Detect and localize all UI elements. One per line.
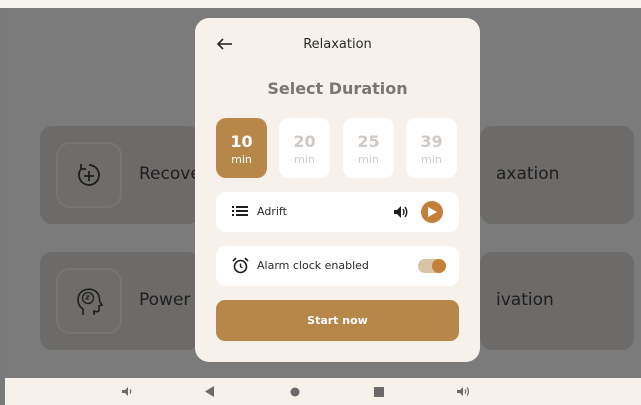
recovery-label: Recove — [139, 164, 201, 184]
bottom-nav-bar — [5, 378, 641, 405]
modal-title: Relaxation — [303, 37, 372, 52]
section-title: Select Duration — [267, 79, 408, 98]
alarm-label: Alarm clock enabled — [257, 259, 369, 272]
duration-option-10[interactable]: 10 min — [216, 118, 267, 178]
duration-value: 10 — [230, 132, 253, 151]
recents-icon[interactable] — [374, 387, 384, 397]
power-label: Power — [139, 290, 191, 310]
duration-option-20[interactable]: 20 min — [279, 118, 330, 178]
head-sleep-icon — [77, 288, 104, 315]
sound-row[interactable]: Adrift — [216, 192, 459, 232]
alarm-toggle[interactable] — [418, 259, 446, 273]
duration-options: 10 min 20 min 25 min 39 min — [216, 118, 459, 178]
duration-unit: min — [421, 153, 442, 166]
timer-plus-icon — [78, 164, 100, 186]
duration-value: 20 — [293, 132, 316, 151]
duration-unit: min — [358, 153, 379, 166]
duration-modal: Relaxation Select Duration 10 min 20 min… — [195, 18, 480, 362]
back-icon[interactable] — [205, 386, 215, 397]
activation-card[interactable]: ivation — [480, 252, 634, 350]
power-card[interactable]: Power — [40, 252, 200, 350]
duration-unit: min — [231, 153, 252, 166]
home-icon[interactable] — [290, 387, 300, 397]
list-icon — [232, 206, 248, 216]
alarm-row: Alarm clock enabled — [216, 246, 459, 286]
sound-name: Adrift — [257, 205, 287, 218]
duration-unit: min — [294, 153, 315, 166]
relaxation-card[interactable]: axation — [480, 126, 634, 224]
volume-down-icon[interactable] — [122, 386, 134, 397]
recovery-icon-box — [56, 142, 122, 208]
play-button[interactable] — [421, 201, 443, 223]
duration-option-25[interactable]: 25 min — [343, 118, 394, 178]
recovery-card[interactable]: Recove — [40, 126, 201, 224]
play-icon — [428, 207, 437, 217]
duration-value: 39 — [420, 132, 443, 151]
start-now-button[interactable]: Start now — [216, 300, 459, 341]
relaxation-label: axation — [496, 164, 560, 184]
power-icon-box — [56, 268, 122, 334]
alarm-clock-icon — [232, 257, 249, 274]
alarm-toggle-knob — [432, 259, 446, 273]
status-strip — [0, 0, 641, 8]
activation-label: ivation — [496, 290, 554, 310]
duration-value: 25 — [357, 132, 380, 151]
speaker-icon[interactable] — [393, 204, 409, 220]
duration-option-39[interactable]: 39 min — [406, 118, 457, 178]
volume-up-icon[interactable] — [457, 386, 471, 397]
